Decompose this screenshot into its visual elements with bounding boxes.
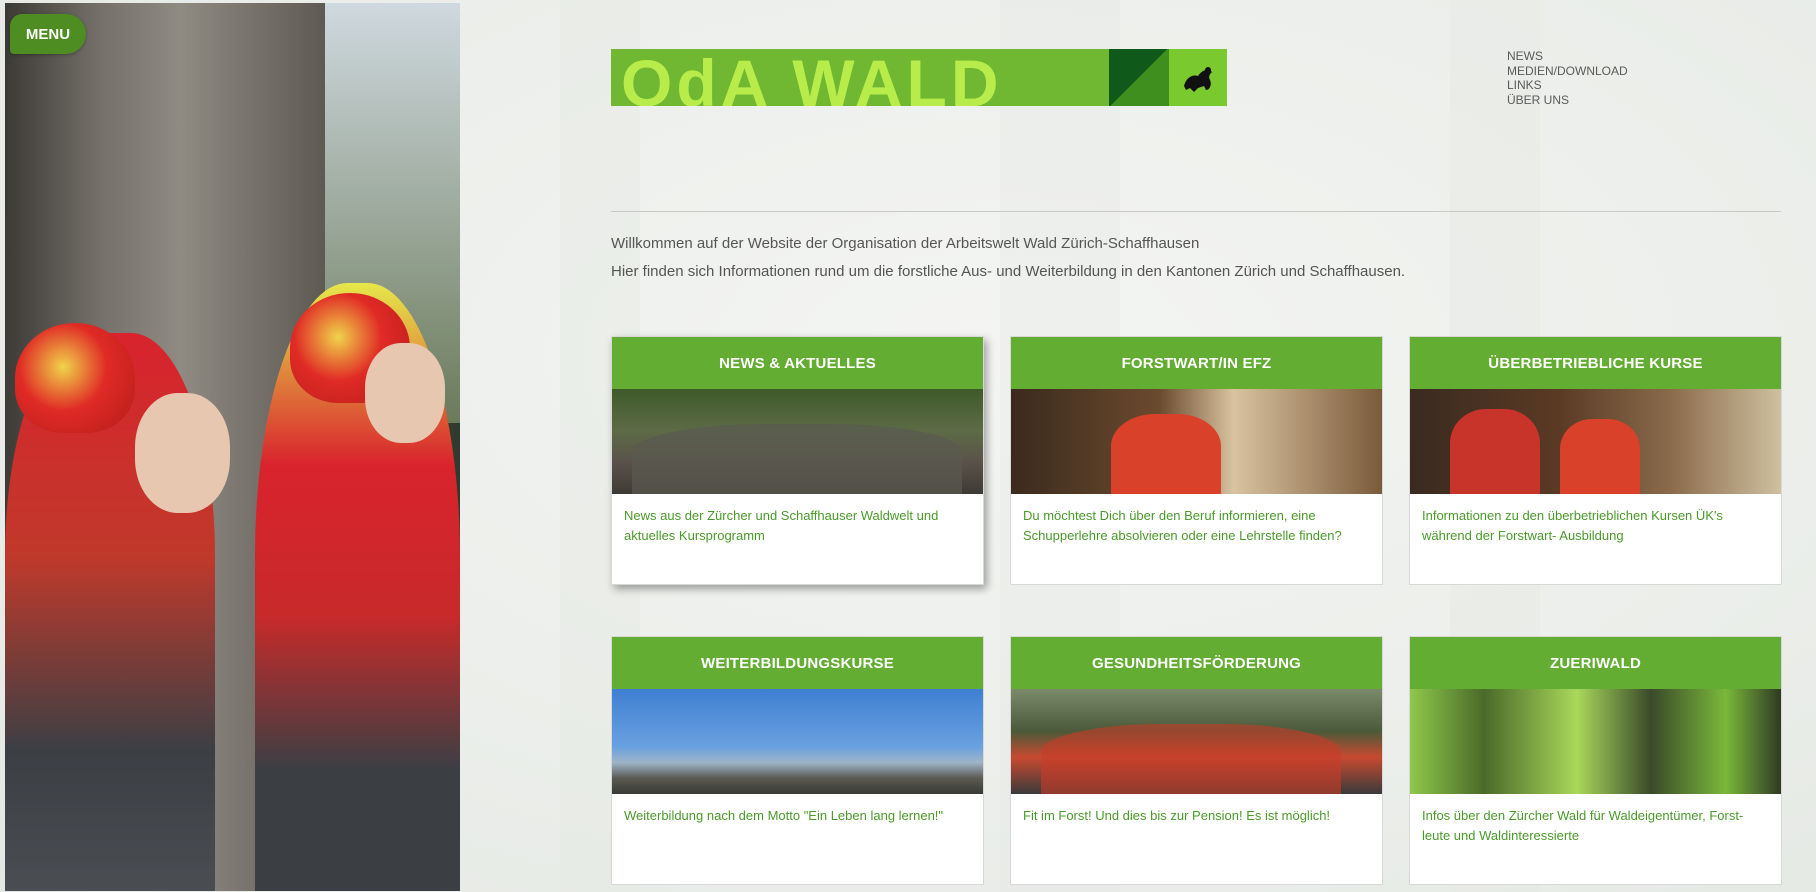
nav-news[interactable]: NEWS [1507, 49, 1628, 64]
card-title: ÜBERBETRIEBLICHE KURSE [1410, 337, 1781, 389]
intro-line-2: Hier finden sich Informationen rund um d… [611, 263, 1406, 280]
card-image-landscape [612, 689, 983, 794]
intro-text: Willkommen auf der Website der Organisat… [611, 230, 1405, 286]
card-image-group-photo [612, 389, 983, 494]
card-forstwart-efz[interactable]: FORSTWART/IN EFZ Du möchtest Dich über d… [1010, 336, 1383, 585]
card-title: ZUERIWALD [1410, 637, 1781, 689]
card-image-chainsaw-worker [1011, 389, 1382, 494]
card-image-course-workers [1410, 389, 1781, 494]
card-title: NEWS & AKTUELLES [612, 337, 983, 389]
card-image-forest [1410, 689, 1781, 794]
card-image-team-photo [1011, 689, 1382, 794]
card-description: Weiterbildung nach dem Motto "Ein Leben … [624, 808, 944, 823]
card-gesundheitsfoerderung[interactable]: GESUNDHEITSFÖRDERUNG Fit im Forst! Und d… [1010, 636, 1383, 885]
card-zueriwald[interactable]: ZUERIWALD Infos über den Zürcher Wald fü… [1409, 636, 1782, 885]
card-description: Fit im Forst! Und dies bis zur Pension! … [1023, 808, 1331, 823]
card-ueberbetriebliche-kurse[interactable]: ÜBERBETRIEBLICHE KURSE Informationen zu … [1409, 336, 1782, 585]
card-title: GESUNDHEITSFÖRDERUNG [1011, 637, 1382, 689]
card-title: FORSTWART/IN EFZ [1011, 337, 1382, 389]
card-news-aktuelles[interactable]: NEWS & AKTUELLES News aus der Zürcher un… [611, 336, 984, 585]
zurich-lion-emblem-icon [1169, 49, 1227, 106]
menu-button[interactable]: MENU [10, 14, 86, 54]
divider [611, 211, 1781, 212]
intro-line-1: Willkommen auf der Website der Organisat… [611, 235, 1200, 252]
card-description: Du möchtest Dich über den Beruf informie… [1023, 508, 1342, 543]
hero-photo-forest-workers [5, 3, 460, 891]
top-navigation: NEWS MEDIEN/DOWNLOAD LINKS ÜBER UNS [1507, 49, 1628, 107]
nav-ueber-uns[interactable]: ÜBER UNS [1507, 93, 1628, 108]
logo-text: OdA WALD [621, 49, 1003, 106]
nav-links[interactable]: LINKS [1507, 78, 1628, 93]
card-description: News aus der Zürcher und Schaffhauser Wa… [624, 508, 939, 543]
nav-medien-download[interactable]: MEDIEN/DOWNLOAD [1507, 64, 1628, 79]
card-weiterbildungskurse[interactable]: WEITERBILDUNGSKURSE Weiterbildung nach d… [611, 636, 984, 885]
card-title: WEITERBILDUNGSKURSE [612, 637, 983, 689]
card-description: Informationen zu den überbetrieblichen K… [1422, 508, 1723, 543]
oda-wald-logo[interactable]: OdA WALD [611, 49, 1227, 106]
card-description: Infos über den Zürcher Wald für Waldeige… [1422, 808, 1744, 843]
